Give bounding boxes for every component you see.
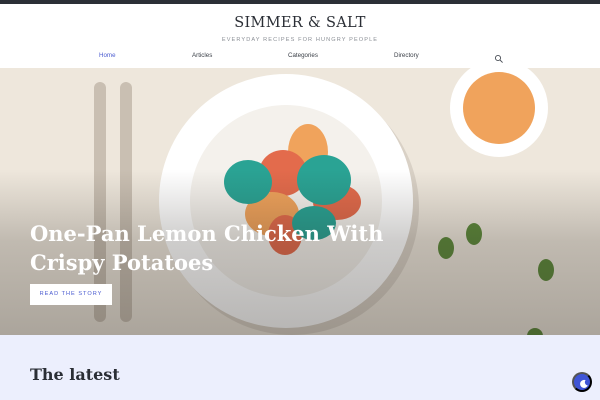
latest-section: The latest [0,335,600,400]
nav-item-directory[interactable]: Directory [394,52,419,59]
site-header: SIMMER & SALT EVERYDAY RECIPES FOR HUNGR… [0,4,600,68]
moon-icon [580,379,588,388]
nav-item-categories[interactable]: Categories [288,52,318,59]
dark-mode-toggle[interactable] [572,372,592,392]
site-title[interactable]: SIMMER & SALT [0,15,600,31]
search-icon[interactable] [494,51,504,63]
hero-section[interactable]: One-Pan Lemon Chicken With Crispy Potato… [0,68,600,335]
site-tagline: EVERYDAY RECIPES FOR HUNGRY PEOPLE [221,37,379,43]
nav-item-home[interactable]: Home [99,52,116,59]
read-story-button[interactable]: READ THE STORY [30,284,112,305]
hero-title[interactable]: One-Pan Lemon Chicken With Crispy Potato… [30,219,410,277]
nav-item-articles[interactable]: Articles [192,52,212,59]
latest-heading: The latest [30,365,120,384]
main-nav: Home Articles Categories Directory [0,52,600,64]
